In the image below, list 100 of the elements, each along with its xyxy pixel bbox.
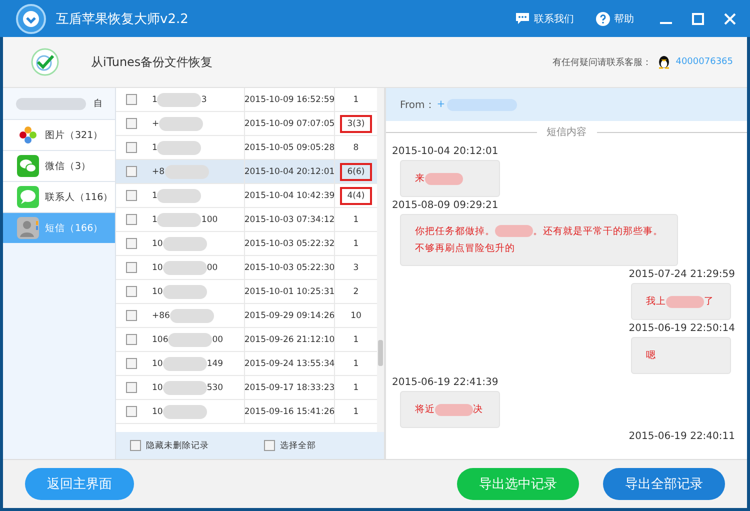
redaction-blur xyxy=(162,284,207,298)
support-number[interactable]: 4000076365 xyxy=(676,57,733,67)
check-badge-icon xyxy=(31,48,59,76)
count-cell-text: 1 xyxy=(352,238,360,250)
redaction-blur xyxy=(157,188,202,202)
date-cell: 2015-10-04 10:42:39 xyxy=(245,184,335,207)
redaction-blur xyxy=(162,380,207,394)
redaction-blur xyxy=(666,296,704,308)
row-checkbox[interactable] xyxy=(126,382,136,393)
redaction-blur xyxy=(157,92,202,106)
option-checkbox[interactable] xyxy=(264,440,275,451)
date-cell: 2015-10-03 05:22:32 xyxy=(245,232,335,255)
export-all-button[interactable]: 导出全部记录 xyxy=(603,468,725,500)
row-checkbox[interactable] xyxy=(126,142,136,153)
option-label: 选择全部 xyxy=(280,440,316,452)
chat-icon xyxy=(515,12,530,25)
row-checkbox[interactable] xyxy=(126,166,136,177)
redaction-blur xyxy=(162,356,207,370)
row-checkbox[interactable] xyxy=(126,94,136,105)
redaction-blur xyxy=(157,140,202,154)
redaction-blur xyxy=(162,260,207,274)
section-title: 短信内容 xyxy=(546,126,586,139)
row-checkbox[interactable] xyxy=(126,214,136,225)
message-bubble: 来 xyxy=(400,160,500,197)
message-time: 2015-06-19 22:50:14 xyxy=(628,323,735,334)
date-cell: 2015-10-05 09:05:28 xyxy=(245,136,335,159)
export-selected-button[interactable]: 导出选中记录 xyxy=(457,468,579,500)
maximize-icon[interactable] xyxy=(692,12,704,24)
row-checkbox[interactable] xyxy=(126,406,136,417)
category-item[interactable]: 短信（166） xyxy=(3,212,115,243)
count-cell-text: 1 xyxy=(352,214,360,226)
close-icon[interactable] xyxy=(724,12,736,24)
option-checkbox[interactable] xyxy=(130,440,141,451)
count-cell-text: 1 xyxy=(352,94,360,106)
redaction-blur xyxy=(425,172,463,184)
count-cell-text: 1 xyxy=(352,406,360,418)
phone-number-fragment: 149 xyxy=(206,358,224,368)
sender-number-fragment: + xyxy=(436,99,446,110)
speech-bubble-icon xyxy=(17,186,39,208)
phone-number-fragment: 10 xyxy=(152,238,163,248)
chat-bubbles-icon xyxy=(17,155,39,177)
date-cell: 2015-10-03 05:22:30 xyxy=(245,256,335,279)
phone-number-fragment: 10 xyxy=(152,286,163,296)
message-time: 2015-06-19 22:41:39 xyxy=(392,377,498,388)
message-bubble: 你把任务都做掉。 。还有就是平常干的那些事。 不够再刷点冒险包升的 xyxy=(400,214,678,266)
phone-number-fragment: 10 xyxy=(152,358,163,368)
phone-number-fragment: + xyxy=(152,118,160,128)
date-cell: 2015-09-17 18:33:23 xyxy=(245,376,335,399)
date-cell: 2015-10-03 07:34:12 xyxy=(245,208,335,231)
row-checkbox[interactable] xyxy=(126,238,136,249)
phone-number-fragment: 1 xyxy=(152,142,158,152)
phone-number-fragment: 1 xyxy=(152,94,158,104)
count-cell-text: 1 xyxy=(352,334,360,346)
row-checkbox[interactable] xyxy=(126,310,136,321)
date-cell: 2015-09-29 09:14:26 xyxy=(245,304,335,327)
penguin-icon xyxy=(658,55,670,69)
count-cell-text: 1 xyxy=(352,382,360,394)
date-cell: 2015-09-26 21:12:10 xyxy=(245,328,335,351)
row-checkbox[interactable] xyxy=(126,262,136,273)
redaction-blur xyxy=(157,212,202,226)
help-button[interactable]: 帮助 xyxy=(590,12,640,26)
redaction-blur xyxy=(168,332,212,346)
support-label: 有任何疑问请联系客服： xyxy=(552,56,652,68)
count-cell-text: 1 xyxy=(352,358,360,370)
back-button[interactable]: 返回主界面 xyxy=(25,468,134,500)
count-cell: 3(3) xyxy=(340,114,372,132)
row-checkbox[interactable] xyxy=(126,286,136,297)
row-checkbox[interactable] xyxy=(126,334,136,345)
count-cell: 4(4) xyxy=(340,186,372,204)
redaction-blur xyxy=(16,98,86,110)
row-checkbox[interactable] xyxy=(126,118,136,129)
scrollbar[interactable] xyxy=(377,88,384,432)
date-cell: 2015-10-09 16:52:59 xyxy=(245,88,335,111)
redaction-blur xyxy=(447,98,518,110)
device-name: 自 xyxy=(94,98,102,110)
phone-number-fragment: 00 xyxy=(212,334,224,344)
count-cell-text: 3 xyxy=(352,262,360,274)
help-icon xyxy=(596,12,610,26)
redaction-blur xyxy=(162,404,207,418)
category-item[interactable]: 联系人（116） xyxy=(3,181,115,212)
row-checkbox[interactable] xyxy=(126,190,136,201)
contact-us-button[interactable]: 联系我们 xyxy=(509,12,580,26)
category-item[interactable]: 微信（3） xyxy=(3,150,115,181)
date-cell: 2015-09-16 15:41:26 xyxy=(245,400,335,423)
count-cell-text: 10 xyxy=(350,310,362,322)
photos-icon xyxy=(17,124,39,146)
redaction-blur xyxy=(162,236,207,250)
row-checkbox[interactable] xyxy=(126,358,136,369)
message-time: 2015-10-04 20:12:01 xyxy=(392,146,498,157)
phone-number-fragment: 1 xyxy=(152,190,158,200)
from-label: From： xyxy=(400,98,435,112)
phone-number-fragment: +86 xyxy=(152,310,170,320)
phone-number-fragment: 100 xyxy=(201,214,218,224)
date-cell: 2015-10-01 10:25:31 xyxy=(245,280,335,303)
redaction-blur xyxy=(170,308,214,322)
contact-card-icon xyxy=(17,217,39,239)
category-item[interactable]: 图片（321） xyxy=(3,119,115,150)
phone-number-fragment: 10 xyxy=(152,406,163,416)
option-label: 隐藏未删除记录 xyxy=(146,440,209,452)
count-cell-text: 2 xyxy=(352,286,360,298)
